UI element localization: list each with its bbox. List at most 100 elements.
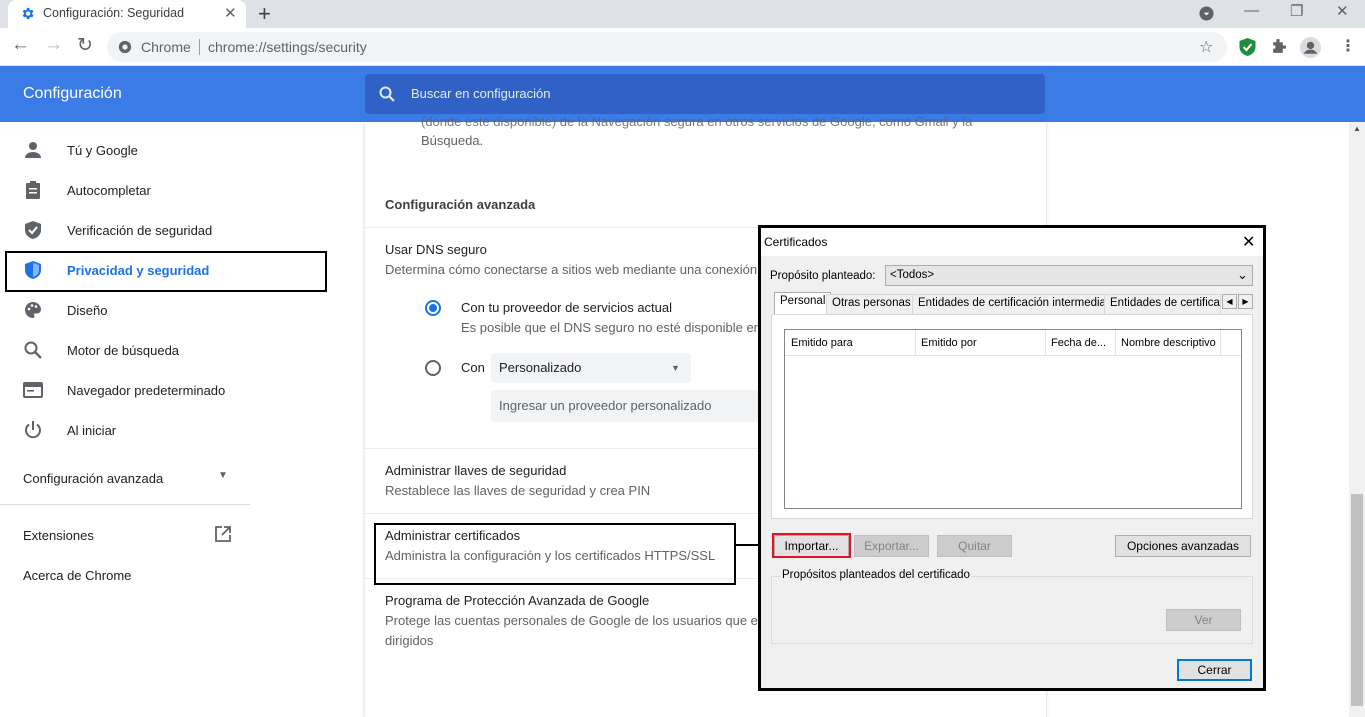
- sidebar-item-default-browser[interactable]: Navegador predeterminado: [0, 370, 250, 410]
- sidebar-item-safety-check[interactable]: Verificación de seguridad: [0, 210, 250, 250]
- purpose-select[interactable]: <Todos> ⌄: [885, 265, 1253, 286]
- extension-shield-icon[interactable]: [1239, 38, 1256, 56]
- security-keys-title: Administrar llaves de seguridad: [385, 463, 567, 478]
- shield-check-icon: [25, 221, 41, 239]
- bookmark-star-icon[interactable]: ☆: [1199, 37, 1213, 57]
- purposes-group-label: Propósitos planteados del certificado: [780, 569, 972, 581]
- tab-strip: Configuración: Seguridad ✕ + — ❐ ✕: [0, 0, 1365, 28]
- chrome-icon: [118, 40, 132, 54]
- sidebar-item-autofill[interactable]: Autocompletar: [0, 170, 250, 210]
- sidebar-item-appearance[interactable]: Diseño: [0, 290, 250, 330]
- highlight-box-certificates: [374, 523, 736, 585]
- new-tab-icon[interactable]: +: [258, 1, 271, 27]
- minimize-icon[interactable]: —: [1244, 2, 1259, 19]
- sidebar-item-label: Motor de búsqueda: [67, 343, 180, 358]
- palette-icon: [25, 302, 41, 318]
- remove-button[interactable]: Quitar: [937, 535, 1012, 557]
- menu-kebab-icon[interactable]: ⋮: [1340, 36, 1356, 56]
- close-tab-icon[interactable]: ✕: [224, 4, 237, 22]
- external-link-icon: [215, 526, 231, 542]
- tab-search-icon[interactable]: [1199, 6, 1214, 21]
- column-friendly-name[interactable]: Nombre descriptivo: [1121, 337, 1216, 349]
- settings-sidebar: Tú y Google Autocompletar Verificación d…: [0, 122, 250, 717]
- dns-option-custom-radio[interactable]: [425, 360, 441, 376]
- sidebar-item-label: Diseño: [67, 303, 108, 318]
- settings-search-input[interactable]: Buscar en configuración: [365, 74, 1045, 114]
- restore-icon[interactable]: ❐: [1290, 2, 1303, 20]
- omnibox-separator: [199, 39, 200, 55]
- tab-intermediate-ca[interactable]: Entidades de certificación intermedias: [912, 294, 1118, 314]
- view-label: Ver: [1194, 613, 1213, 627]
- sidebar-item-label: Al iniciar: [67, 423, 117, 438]
- dns-provider-select[interactable]: Personalizado ▼: [491, 353, 691, 383]
- chevron-down-icon: ⌄: [1237, 267, 1248, 282]
- sidebar-item-on-startup[interactable]: Al iniciar: [0, 410, 250, 450]
- tab-label: Otras personas: [832, 297, 911, 309]
- dns-select-value: Personalizado: [499, 360, 582, 375]
- tab-other-people[interactable]: Otras personas: [826, 294, 917, 314]
- column-expiry[interactable]: Fecha de...: [1051, 337, 1106, 349]
- dns-description: Determina cómo conectarse a sitios web m…: [385, 262, 758, 277]
- clipboard-icon: [26, 181, 40, 199]
- reload-icon[interactable]: ↻: [77, 34, 93, 57]
- omnibox-chip: Chrome: [141, 39, 191, 55]
- advanced-heading: Configuración avanzada: [385, 197, 536, 212]
- sidebar-item-label: Tú y Google: [67, 143, 138, 158]
- search-icon: [24, 341, 42, 359]
- power-icon: [25, 421, 41, 439]
- sidebar-advanced-label: Configuración avanzada: [23, 471, 164, 486]
- settings-gear-icon: [22, 7, 34, 20]
- scroll-up-arrow-icon[interactable]: ▲: [1353, 124, 1361, 133]
- dns-custom-provider-input[interactable]: Ingresar un proveedor personalizado: [491, 390, 771, 422]
- column-separator: [1115, 330, 1116, 356]
- column-issued-by[interactable]: Emitido por: [921, 337, 977, 349]
- url-text[interactable]: chrome://settings/security: [208, 39, 367, 55]
- column-issued-to[interactable]: Emitido para: [791, 337, 853, 349]
- browser-tab[interactable]: Configuración: Seguridad ✕: [8, 0, 246, 28]
- sidebar-item-you-and-google[interactable]: Tú y Google: [0, 130, 250, 170]
- profile-avatar-icon[interactable]: [1300, 37, 1321, 58]
- tab-label: Entidades de certificaci: [1110, 297, 1221, 309]
- dns-option-current-radio[interactable]: [425, 300, 441, 316]
- sidebar-divider: [0, 504, 250, 505]
- dialog-titlebar[interactable]: Certificados ✕: [761, 228, 1263, 256]
- forward-icon[interactable]: →: [44, 34, 63, 56]
- dialog-close-icon[interactable]: ✕: [1242, 232, 1255, 252]
- page-title: Configuración: [23, 85, 122, 102]
- page-scrollbar[interactable]: ▲: [1349, 122, 1365, 717]
- dns-option-current-desc: Es posible que el DNS seguro no esté dis…: [461, 320, 761, 335]
- certificates-list[interactable]: Emitido para Emitido por Fecha de... Nom…: [784, 329, 1242, 509]
- sidebar-advanced-toggle[interactable]: Configuración avanzada ▼: [0, 458, 250, 496]
- address-bar[interactable]: Chrome chrome://settings/security ☆: [107, 32, 1227, 62]
- dropdown-arrow-icon: ▼: [671, 363, 680, 373]
- tab-scroll-left-icon[interactable]: ◀: [1222, 294, 1237, 309]
- export-button[interactable]: Exportar...: [854, 535, 929, 557]
- dns-custom-placeholder: Ingresar un proveedor personalizado: [499, 398, 712, 413]
- advanced-options-button[interactable]: Opciones avanzadas: [1115, 535, 1251, 557]
- tab-personal[interactable]: Personal: [774, 292, 832, 315]
- advanced-protection-title: Programa de Protección Avanzada de Googl…: [385, 593, 650, 608]
- tab-label: Entidades de certificación intermedias: [918, 297, 1112, 309]
- export-label: Exportar...: [864, 539, 919, 553]
- column-separator: [915, 330, 916, 356]
- view-button[interactable]: Ver: [1166, 609, 1241, 631]
- dns-title: Usar DNS seguro: [385, 242, 487, 257]
- sidebar-item-label: Navegador predeterminado: [67, 383, 226, 398]
- tab-scroll-right-icon[interactable]: ▶: [1238, 294, 1253, 309]
- close-window-icon[interactable]: ✕: [1336, 2, 1349, 20]
- sidebar-item-search-engine[interactable]: Motor de búsqueda: [0, 330, 250, 370]
- close-button[interactable]: Cerrar: [1177, 659, 1252, 681]
- highlight-box-import: [772, 533, 851, 558]
- safe-browsing-text-line2: Búsqueda.: [421, 133, 484, 148]
- sidebar-item-about-chrome[interactable]: Acerca de Chrome: [0, 556, 250, 594]
- sidebar-extensions-label: Extensiones: [23, 528, 94, 543]
- tab-root-ca[interactable]: Entidades de certificaci: [1104, 294, 1221, 314]
- back-icon[interactable]: ←: [11, 34, 30, 56]
- tab-label: Personal: [780, 295, 826, 307]
- sidebar-item-extensions[interactable]: Extensiones: [0, 516, 250, 554]
- person-icon: [25, 142, 41, 158]
- scrollbar-thumb[interactable]: [1351, 494, 1363, 706]
- search-icon: [379, 86, 395, 102]
- safe-browsing-text-line1: (donde esté disponible) de la Navegación…: [421, 114, 973, 129]
- extensions-puzzle-icon[interactable]: [1270, 38, 1287, 55]
